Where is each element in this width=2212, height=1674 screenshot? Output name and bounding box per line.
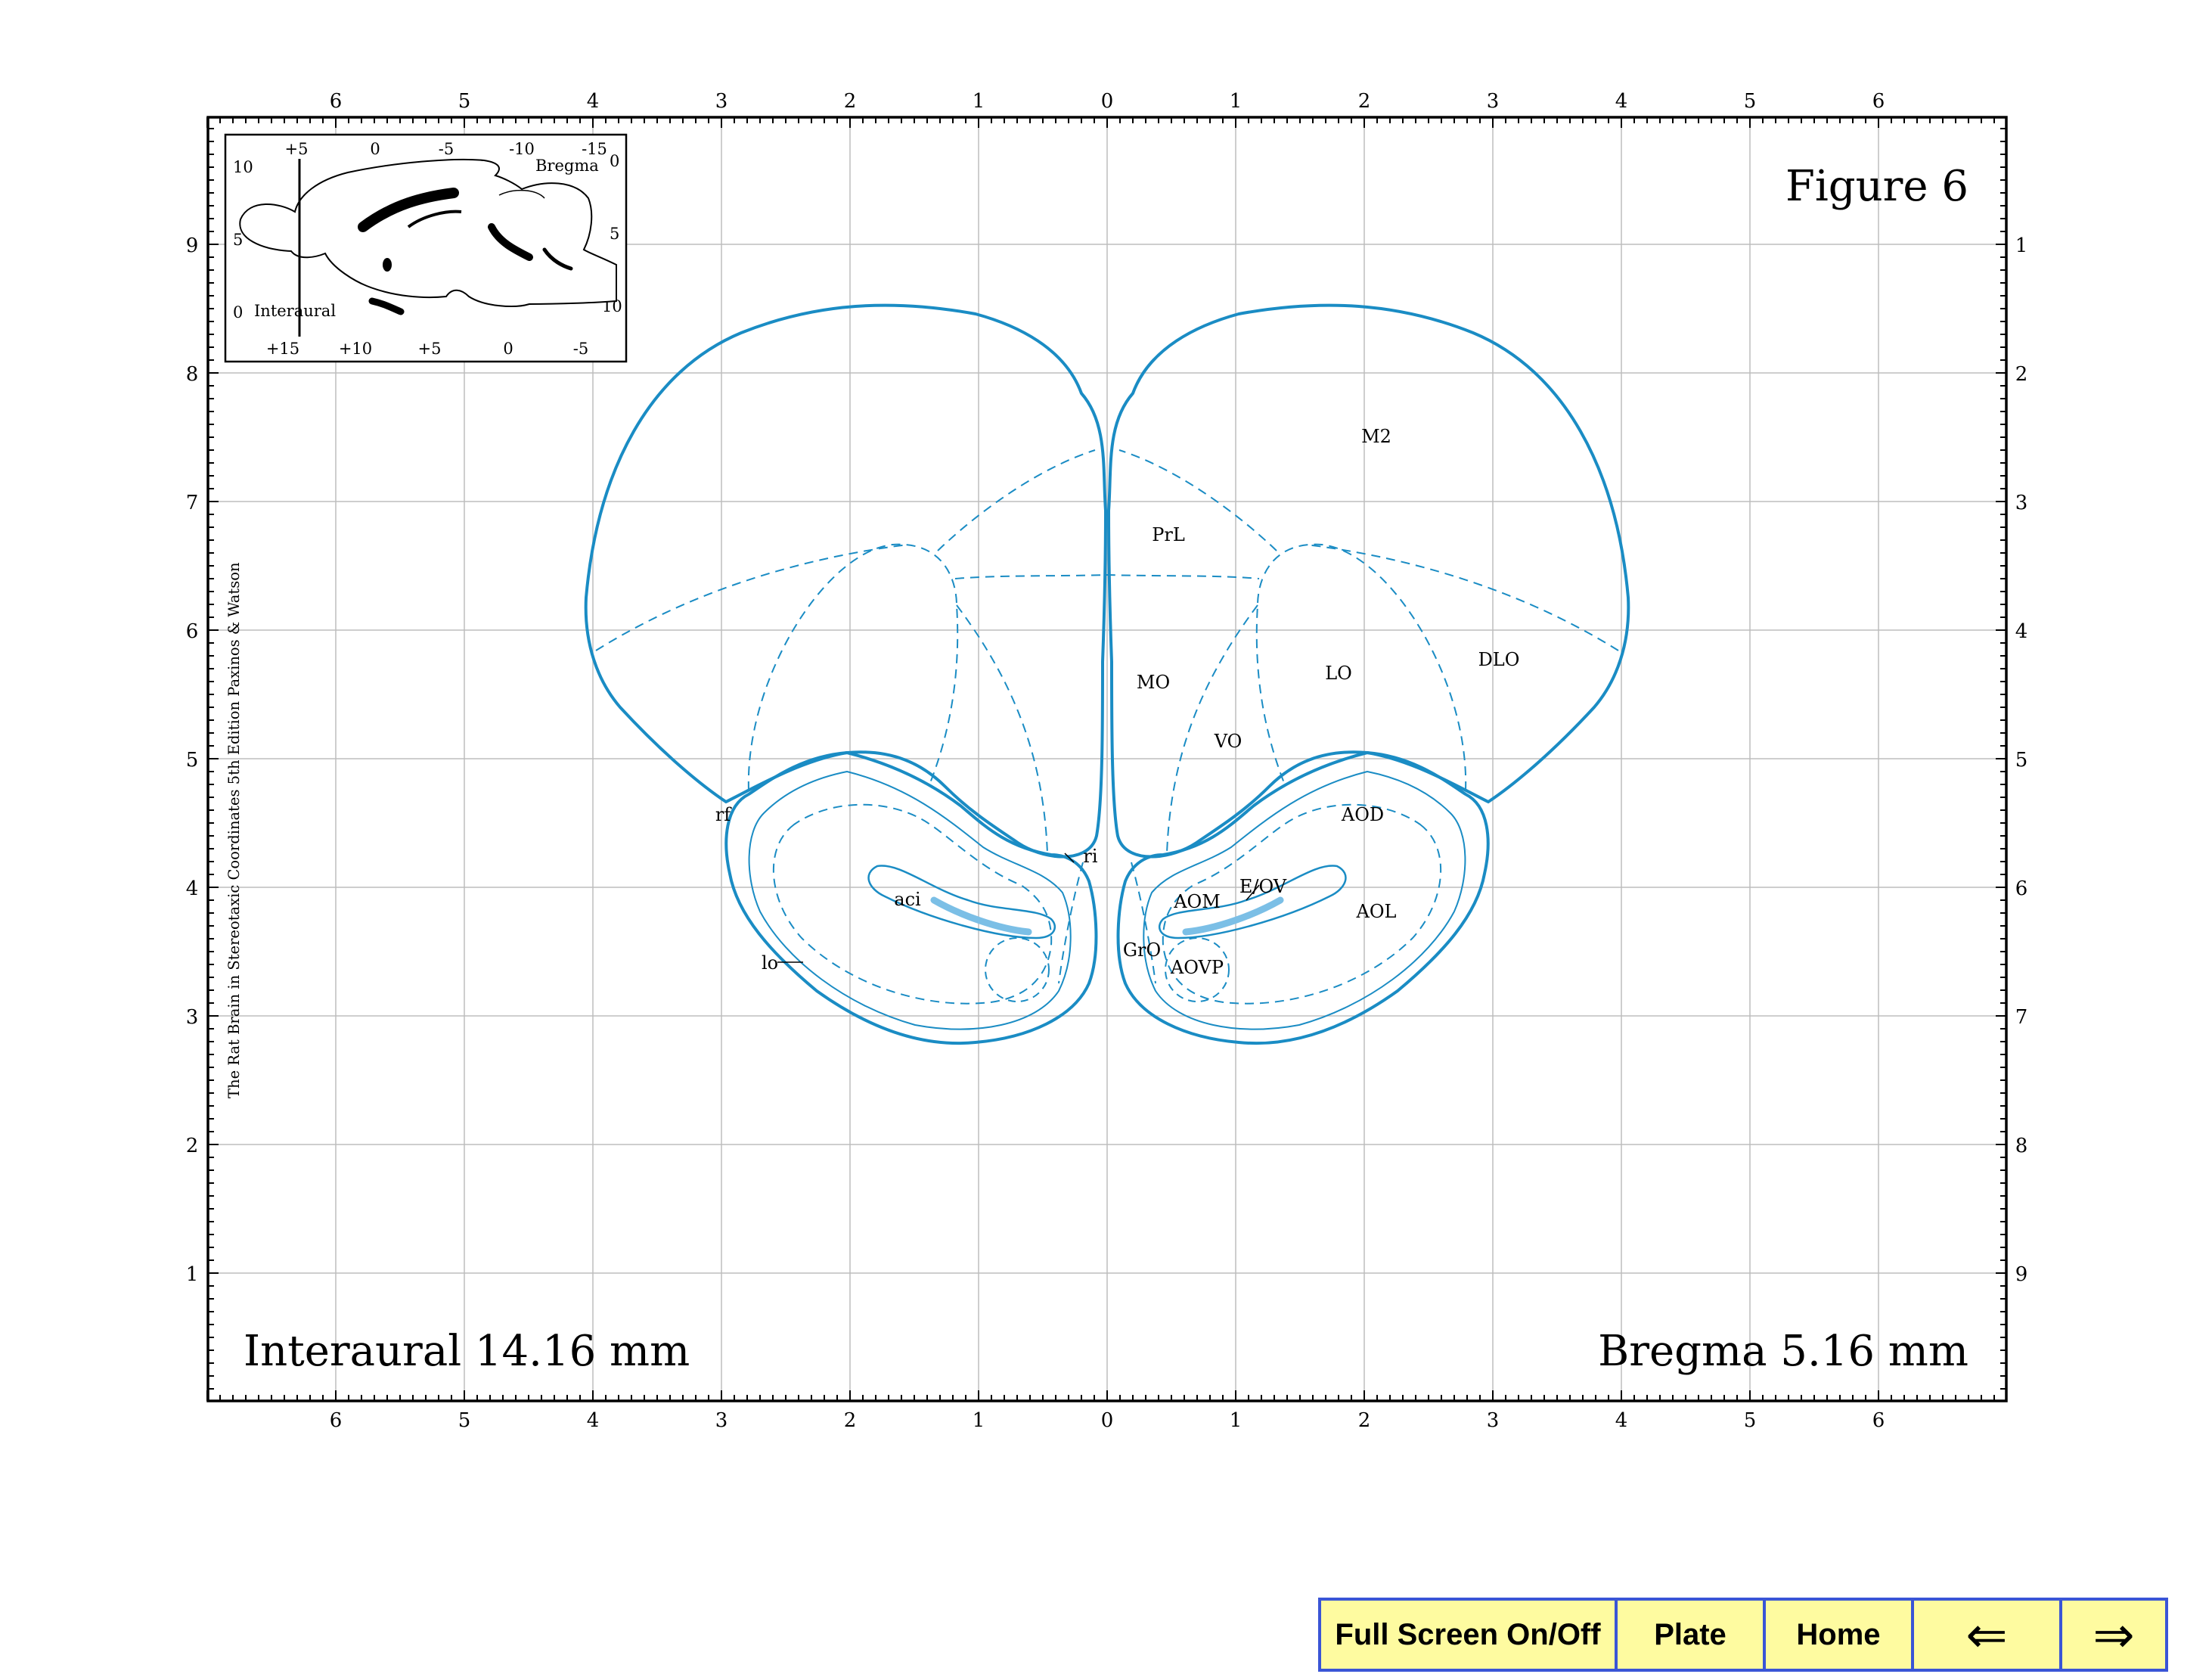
left-scale-label: 9 [186,234,199,257]
inset-left-tick: 5 [233,231,243,249]
top-scale-label: 4 [1615,90,1628,113]
bottom-scale-label: 3 [1487,1409,1500,1432]
top-scale-label: 1 [1230,90,1243,113]
bottom-scale-label: 1 [1230,1409,1243,1432]
bottom-scale-label: 3 [715,1409,728,1432]
region-label-aovp: AOVP [1170,957,1224,978]
bottom-scale-label: 6 [330,1409,343,1432]
top-scale-label: 3 [715,90,728,113]
region-label-prl: PrL [1152,524,1185,545]
bottom-scale-label: 4 [1615,1409,1628,1432]
right-scale: 1 2 3 4 5 6 7 8 9 [2015,234,2028,1286]
right-scale-label: 4 [2015,620,2028,643]
region-label-m2: M2 [1361,426,1391,447]
bottom-scale-label: 5 [458,1409,471,1432]
inset-top-tick: -5 [439,140,454,158]
inset-bottom-tick: -5 [573,340,588,358]
right-scale-label: 9 [2015,1263,2028,1286]
plate-button[interactable]: Plate [1618,1601,1766,1669]
home-button[interactable]: Home [1766,1601,1914,1669]
left-scale-label: 5 [186,749,199,772]
top-scale-label: 0 [1101,90,1114,113]
sagittal-inset: +5 0 -5 -10 -15 +15 +10 +5 0 -5 10 5 0 0… [224,133,628,363]
top-scale: 6 5 4 3 2 1 0 1 2 3 4 5 6 [330,90,1885,113]
inset-right-tick: 0 [610,152,619,170]
inset-left-tick: 0 [233,303,243,321]
right-scale-label: 1 [2015,234,2028,257]
left-scale: 9 8 7 6 5 4 3 2 1 [186,234,199,1286]
bottom-scale-label: 2 [844,1409,857,1432]
region-label-vo: VO [1214,731,1243,752]
right-scale-label: 8 [2015,1135,2028,1157]
left-hemisphere-outline [584,303,1108,859]
left-scale-label: 7 [186,492,199,514]
inset-bottom-tick: 0 [503,340,513,358]
top-scale-label: 3 [1487,90,1500,113]
left-scale-label: 6 [186,620,199,643]
top-scale-label: 1 [973,90,985,113]
inset-interaural-label: Interaural [254,302,336,320]
fullscreen-toggle-button[interactable]: Full Screen On/Off [1321,1601,1618,1669]
right-scale-label: 3 [2015,492,2028,514]
inset-top-tick: -10 [509,140,535,158]
region-label-aci: aci [894,889,921,910]
region-label-eov: E/OV [1239,876,1287,897]
region-label-mo: MO [1137,672,1170,693]
top-scale-label: 4 [587,90,600,113]
bottom-scale: 6 5 4 3 2 1 0 1 2 3 4 5 6 [330,1409,1885,1432]
region-label-aom: AOM [1173,891,1221,912]
nav-bar: Full Screen On/Off Plate Home ⇐ ⇒ [1318,1598,2168,1672]
top-scale-label: 5 [1744,90,1757,113]
left-scale-label: 3 [186,1006,199,1029]
inset-top-tick: -15 [582,140,607,158]
next-arrow-button[interactable]: ⇒ [2062,1601,2165,1669]
top-scale-label: 6 [1872,90,1885,113]
bottom-scale-label: 0 [1101,1409,1114,1432]
top-scale-label: 2 [1358,90,1371,113]
left-scale-label: 8 [186,363,199,386]
bottom-scale-label: 4 [587,1409,600,1432]
interaural-label: Interaural 14.16 mm [244,1327,690,1376]
right-scale-label: 5 [2015,749,2028,772]
inset-right-tick: 5 [610,225,619,243]
region-label-aod: AOD [1341,804,1384,825]
atlas-plate: 6 5 4 3 2 1 0 1 2 3 4 5 6 6 5 4 3 2 1 0 … [186,90,2028,1432]
inset-bregma-label: Bregma [535,157,599,175]
bottom-scale-label: 5 [1744,1409,1757,1432]
figure-title: Figure 6 [1785,162,1968,211]
bottom-scale-label: 1 [973,1409,985,1432]
left-scale-label: 2 [186,1135,199,1157]
region-label-lo-tract: lo [762,952,778,974]
side-credit: The Rat Brain in Stereotaxic Coordinates… [225,562,243,1098]
bottom-scale-label: 6 [1872,1409,1885,1432]
region-label-ri: ri [1083,846,1097,867]
right-scale-label: 7 [2015,1006,2028,1029]
bregma-label: Bregma 5.16 mm [1598,1327,1968,1376]
region-label-rf: rf [715,804,732,825]
region-label-dlo: DLO [1478,649,1520,670]
top-scale-label: 5 [458,90,471,113]
inset-left-tick: 10 [233,158,253,176]
left-scale-label: 4 [186,877,199,900]
inset-top-tick: 0 [370,140,380,158]
inset-bottom-tick: +15 [266,340,299,358]
inset-bottom-tick: +5 [418,340,442,358]
top-scale-label: 6 [330,90,343,113]
right-scale-label: 6 [2015,877,2028,900]
left-scale-label: 1 [186,1263,199,1286]
right-scale-label: 2 [2015,363,2028,386]
bottom-scale-label: 2 [1358,1409,1371,1432]
region-label-lo: LO [1325,663,1352,684]
right-hemisphere-outline [1106,303,1630,859]
top-scale-label: 2 [844,90,857,113]
region-label-aol: AOL [1356,901,1397,922]
region-label-gro: GrO [1123,939,1161,961]
previous-arrow-button[interactable]: ⇐ [1914,1601,2062,1669]
inset-bottom-tick: +10 [339,340,372,358]
inset-top-tick: +5 [285,140,309,158]
